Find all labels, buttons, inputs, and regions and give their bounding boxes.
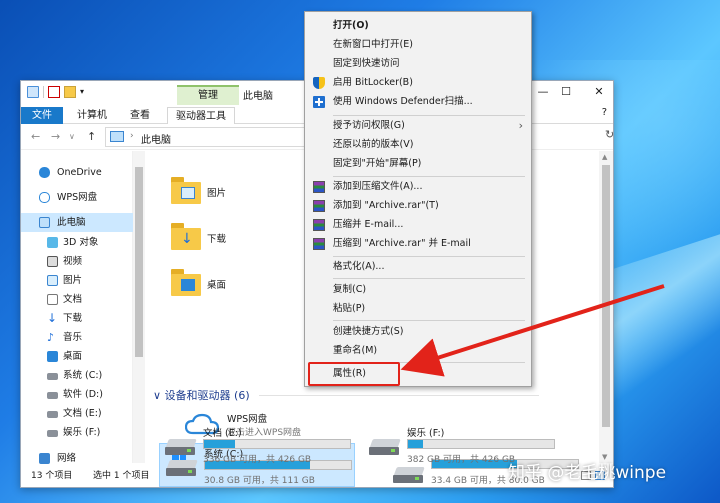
watermark: 知乎 @老毛桃winpe	[508, 463, 667, 483]
annotation-arrow	[400, 284, 665, 377]
